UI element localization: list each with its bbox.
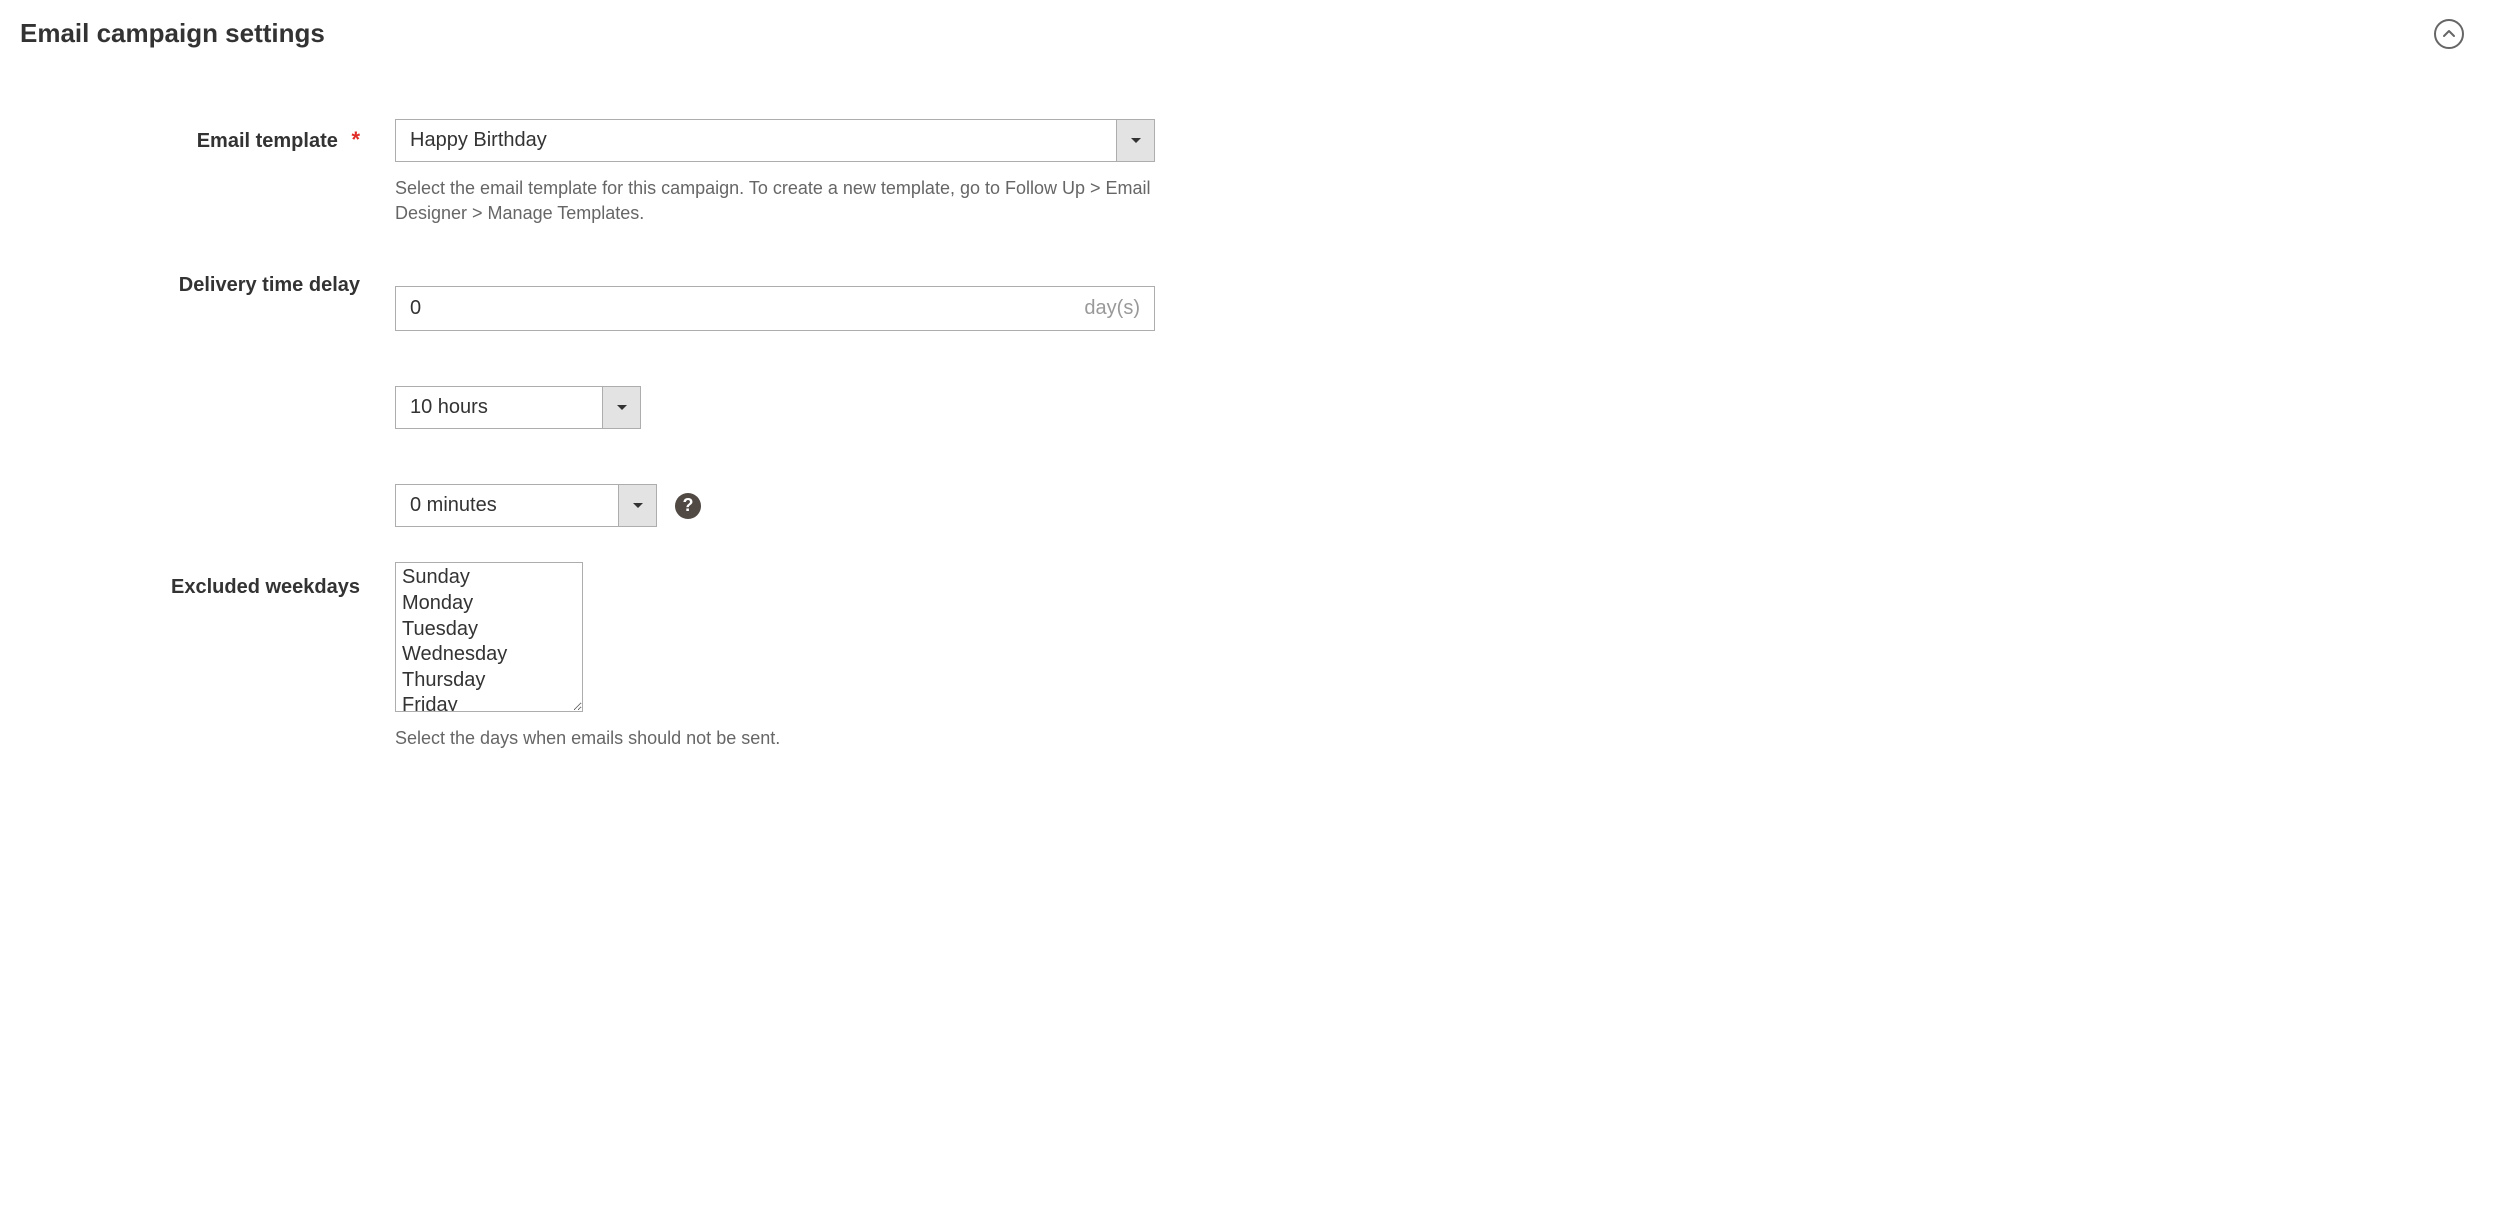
delivery-hours-select[interactable]: 10 hours [395,386,641,429]
weekday-option[interactable]: Sunday [400,565,578,591]
excluded-weekdays-help: Select the days when emails should not b… [395,726,780,751]
email-template-help: Select the email template for this campa… [395,176,1155,226]
days-suffix: day(s) [1070,297,1154,320]
chevron-up-icon [2442,27,2456,41]
weekday-option[interactable]: Wednesday [400,642,578,668]
delivery-days-input-wrap[interactable]: day(s) [395,286,1155,331]
required-asterisk: * [351,127,360,152]
weekday-option[interactable]: Tuesday [400,617,578,643]
delivery-delay-label: Delivery time delay [20,266,395,297]
section-title: Email campaign settings [20,18,325,49]
chevron-down-icon [602,387,640,428]
help-icon[interactable]: ? [675,493,701,519]
weekday-option[interactable]: Monday [400,591,578,617]
collapse-toggle[interactable] [2434,19,2464,49]
email-template-select[interactable]: Happy Birthday [395,119,1155,162]
excluded-weekdays-multiselect[interactable]: Sunday Monday Tuesday Wednesday Thursday… [395,562,583,712]
excluded-weekdays-label: Excluded weekdays [20,562,395,599]
delivery-minutes-select[interactable]: 0 minutes [395,484,657,527]
weekday-option[interactable]: Friday [400,693,578,712]
weekday-option[interactable]: Thursday [400,668,578,694]
email-template-label: Email template * [20,119,395,153]
chevron-down-icon [1116,120,1154,161]
chevron-down-icon [618,485,656,526]
delivery-days-input[interactable] [396,287,1070,330]
